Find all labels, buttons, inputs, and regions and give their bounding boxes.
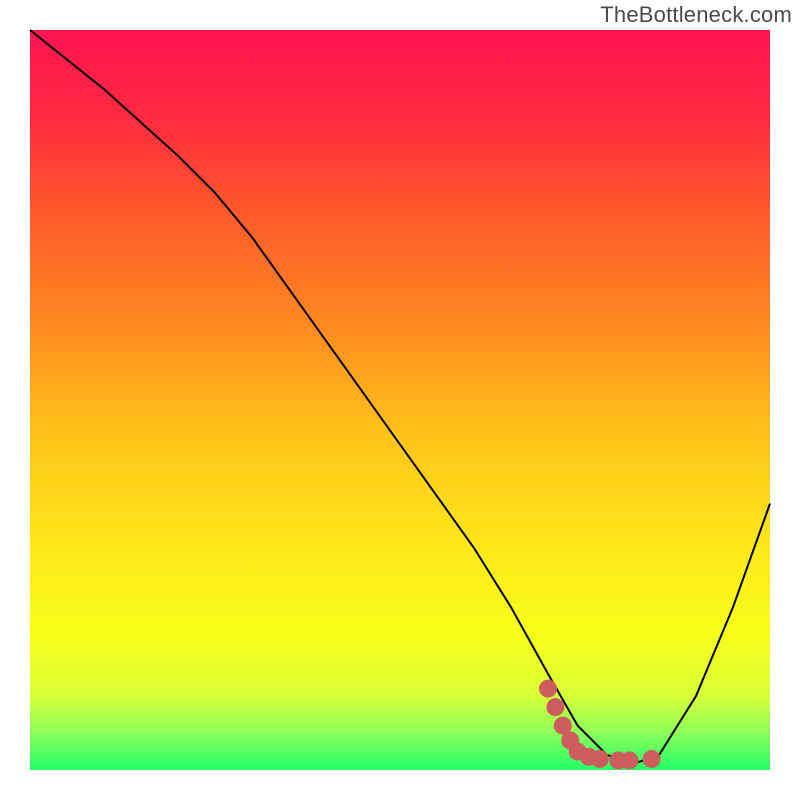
marker-dot — [620, 751, 638, 769]
marker-dot — [643, 750, 661, 768]
plot-background — [30, 30, 770, 770]
chart-frame: TheBottleneck.com — [0, 0, 800, 800]
marker-dot — [539, 680, 557, 698]
marker-dot — [591, 750, 609, 768]
watermark-label: TheBottleneck.com — [600, 2, 792, 28]
marker-dot — [546, 698, 564, 716]
bottleneck-chart — [0, 0, 800, 800]
